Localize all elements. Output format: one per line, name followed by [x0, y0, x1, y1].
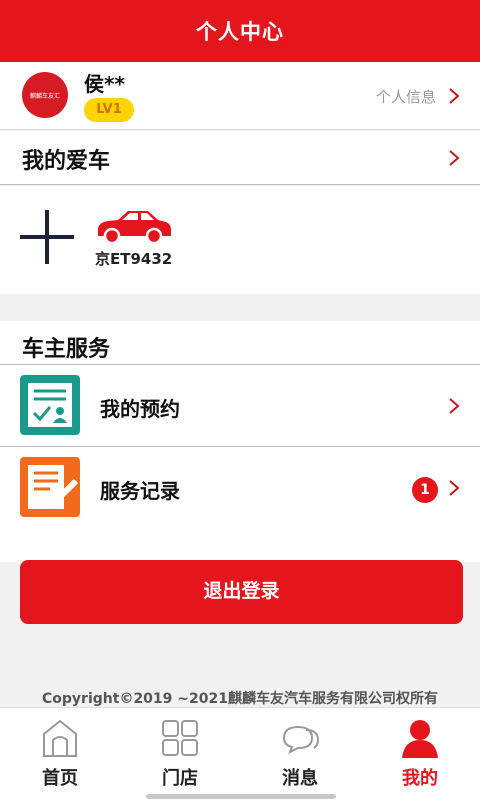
owner-services-header: 车主服务 [0, 321, 480, 365]
store-grid-icon [162, 720, 198, 756]
copyright-text: Copyright©2019 ~2021麒麟车友汽车服务有限公司权所有 [42, 691, 438, 707]
profile-row[interactable]: 麒麟车友汇 侯** LV1 个人信息 [0, 62, 480, 130]
tab-home-label: 首页 [42, 768, 78, 789]
user-icon [402, 720, 438, 758]
avatar[interactable]: 麒麟车友汇 [22, 72, 68, 118]
tab-store-label: 门店 [162, 768, 198, 789]
home-indicator [146, 794, 336, 799]
owner-services-title: 车主服务 [22, 337, 111, 362]
appointment-icon [20, 375, 80, 435]
tab-home[interactable]: 首页 [0, 708, 120, 800]
my-car-row[interactable]: 我的爱车 [0, 131, 480, 185]
add-car-icon[interactable] [20, 210, 74, 264]
avatar-logo-text: 麒麟车友汇 [29, 92, 60, 100]
page-title: 个人中心 [196, 20, 284, 44]
chevron-right-icon[interactable] [446, 150, 462, 166]
personal-info-link[interactable]: 个人信息 [376, 86, 436, 107]
header-bar: 个人中心 [0, 0, 480, 62]
message-icon [282, 725, 320, 755]
tab-profile-label: 我的 [402, 768, 438, 789]
my-appointment-row[interactable]: 我的预约 [0, 365, 480, 447]
tab-store[interactable]: 门店 [120, 708, 240, 800]
service-record-label: 服务记录 [100, 479, 180, 503]
tab-profile[interactable]: 我的 [360, 708, 480, 800]
chevron-right-icon[interactable] [446, 480, 462, 496]
service-record-row[interactable]: 服务记录 1 [0, 447, 480, 529]
partially-hidden-row [0, 528, 480, 562]
chevron-right-icon[interactable] [446, 88, 462, 104]
car-icon[interactable] [94, 206, 172, 246]
tab-messages-label: 消息 [282, 768, 318, 789]
username: 侯** [84, 72, 125, 96]
service-record-icon [20, 457, 80, 517]
logout-button[interactable]: 退出登录 [20, 560, 463, 624]
level-badge: LV1 [84, 98, 134, 122]
chevron-right-icon[interactable] [446, 398, 462, 414]
tab-messages[interactable]: 消息 [240, 708, 360, 800]
license-plate: 京ET9432 [95, 250, 173, 268]
my-car-title: 我的爱车 [22, 149, 111, 174]
home-icon [43, 719, 77, 757]
bottom-tab-bar: 首页 门店 消息 我的 [0, 707, 480, 800]
notification-badge: 1 [412, 477, 438, 503]
my-appointment-label: 我的预约 [100, 397, 180, 421]
